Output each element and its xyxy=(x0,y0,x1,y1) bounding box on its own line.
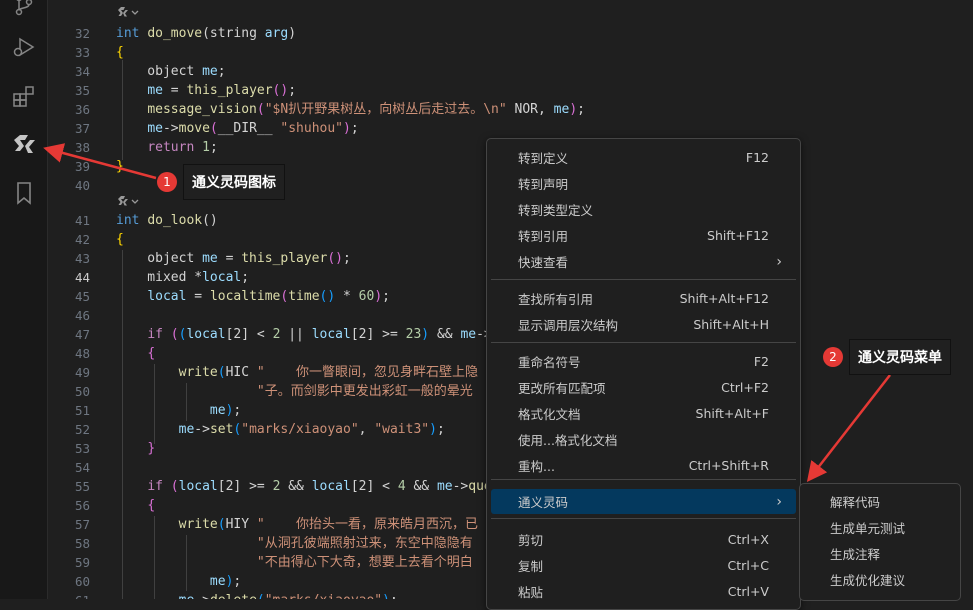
annotation-arrows xyxy=(43,143,891,482)
callout-badge-1: 1 xyxy=(157,172,177,192)
arrow-to-icon xyxy=(43,143,157,180)
callout-label-1: 通义灵码图标 xyxy=(183,164,285,200)
callout-label-2: 通义灵码菜单 xyxy=(849,339,951,375)
callout-badge-2: 2 xyxy=(823,347,843,367)
arrow-to-menu xyxy=(806,374,891,482)
